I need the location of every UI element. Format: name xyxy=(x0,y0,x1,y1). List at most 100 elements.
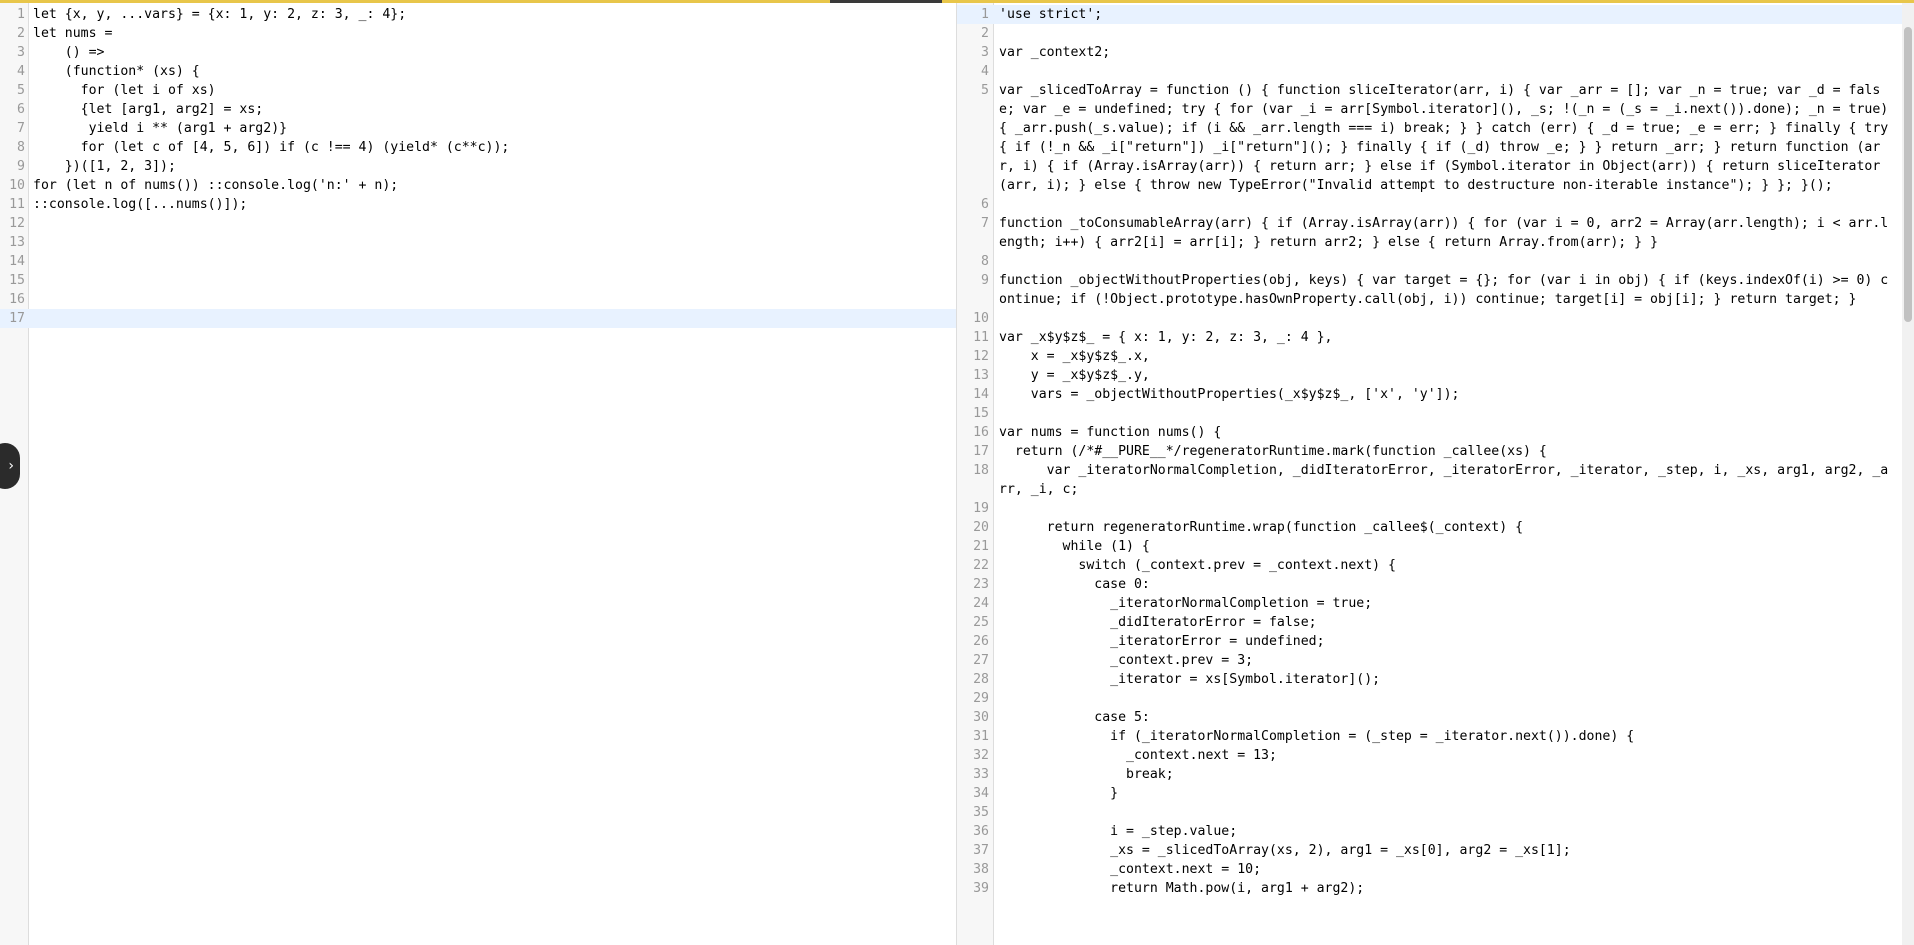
code-line[interactable]: 25 _didIteratorError = false; xyxy=(957,613,1914,632)
code-line-text[interactable]: var _iteratorNormalCompletion, _didItera… xyxy=(993,461,1914,499)
code-line-text[interactable]: _context.prev = 3; xyxy=(993,651,1914,670)
code-line-text[interactable]: if (_iteratorNormalCompletion = (_step =… xyxy=(993,727,1914,746)
code-line[interactable]: 31 if (_iteratorNormalCompletion = (_ste… xyxy=(957,727,1914,746)
code-line-text[interactable]: (function* (xs) { xyxy=(28,62,957,81)
code-line[interactable]: 6 xyxy=(957,195,1914,214)
code-line[interactable]: 24 _iteratorNormalCompletion = true; xyxy=(957,594,1914,613)
code-line-text[interactable] xyxy=(28,214,957,233)
code-line-text[interactable]: 'use strict'; xyxy=(993,5,1914,24)
code-line[interactable]: 11 var _x$y$z$_ = { x: 1, y: 2, z: 3, _: … xyxy=(957,328,1914,347)
code-line[interactable]: 17 xyxy=(0,309,957,328)
code-line-text[interactable]: x = _x$y$z$_.x, xyxy=(993,347,1914,366)
code-line[interactable]: 3 () => xyxy=(0,43,957,62)
code-line[interactable]: 17 return (/*#__PURE__*/regeneratorRunti… xyxy=(957,442,1914,461)
code-line-text[interactable]: vars = _objectWithoutProperties(_x$y$z$_… xyxy=(993,385,1914,404)
output-editor[interactable]: 1'use strict'; 2 3 var _context2; 4 5 var _sli… xyxy=(957,3,1914,945)
code-line[interactable]: 19 xyxy=(957,499,1914,518)
code-line-text[interactable] xyxy=(993,803,1914,822)
code-line[interactable]: 15 xyxy=(957,404,1914,423)
code-line[interactable]: 9 function _objectWithoutProperties(obj, … xyxy=(957,271,1914,309)
code-line[interactable]: 22 switch (_context.prev = _context.next… xyxy=(957,556,1914,575)
code-line[interactable]: 35 xyxy=(957,803,1914,822)
code-line[interactable]: 29 xyxy=(957,689,1914,708)
code-line[interactable]: 2 let nums = xyxy=(0,24,957,43)
code-line[interactable]: 7 yield i ** (arg1 + arg2)} xyxy=(0,119,957,138)
code-line-text[interactable]: _iteratorError = undefined; xyxy=(993,632,1914,651)
code-line[interactable]: 8 for (let c of [4, 5, 6]) if (c !== 4) … xyxy=(0,138,957,157)
code-line-text[interactable]: } xyxy=(993,784,1914,803)
output-scrollbar[interactable] xyxy=(1902,3,1914,945)
code-line-text[interactable]: case 0: xyxy=(993,575,1914,594)
source-editor[interactable]: 1 let {x, y, ...vars} = {x: 1, y: 2, z: 3… xyxy=(0,3,957,945)
code-line[interactable]: 33 break; xyxy=(957,765,1914,784)
code-line-text[interactable]: () => xyxy=(28,43,957,62)
code-line-text[interactable]: break; xyxy=(993,765,1914,784)
code-line[interactable]: 6 {let [arg1, arg2] = xs; xyxy=(0,100,957,119)
code-line[interactable]: 38 _context.next = 10; xyxy=(957,860,1914,879)
code-line[interactable]: 37 _xs = _slicedToArray(xs, 2), arg1 = _… xyxy=(957,841,1914,860)
code-line[interactable]: 10 for (let n of nums()) ::console.log('n… xyxy=(0,176,957,195)
code-line[interactable]: 3 var _context2; xyxy=(957,43,1914,62)
code-line[interactable]: 11::console.log([...nums()]); xyxy=(0,195,957,214)
code-line-text[interactable] xyxy=(993,252,1914,271)
code-line-text[interactable]: var _context2; xyxy=(993,43,1914,62)
code-line[interactable]: 16 var nums = function nums() { xyxy=(957,423,1914,442)
code-line-text[interactable]: for (let c of [4, 5, 6]) if (c !== 4) (y… xyxy=(28,138,957,157)
code-line[interactable]: 4 xyxy=(957,62,1914,81)
code-line-text[interactable]: y = _x$y$z$_.y, xyxy=(993,366,1914,385)
code-line-text[interactable]: case 5: xyxy=(993,708,1914,727)
code-line[interactable]: 14 vars = _objectWithoutProperties(_x$y$… xyxy=(957,385,1914,404)
code-line-text[interactable]: i = _step.value; xyxy=(993,822,1914,841)
code-line-text[interactable]: let {x, y, ...vars} = {x: 1, y: 2, z: 3,… xyxy=(28,5,957,24)
code-line-text[interactable] xyxy=(993,499,1914,518)
code-line-text[interactable]: function _objectWithoutProperties(obj, k… xyxy=(993,271,1914,309)
code-line[interactable]: 5 var _slicedToArray = function () { func… xyxy=(957,81,1914,195)
code-line-text[interactable]: while (1) { xyxy=(993,537,1914,556)
source-lines[interactable]: 1 let {x, y, ...vars} = {x: 1, y: 2, z: 3… xyxy=(0,5,957,328)
code-line-text[interactable] xyxy=(28,233,957,252)
code-line[interactable]: 12 x = _x$y$z$_.x, xyxy=(957,347,1914,366)
code-line-text[interactable]: switch (_context.prev = _context.next) { xyxy=(993,556,1914,575)
code-line[interactable]: 20 return regeneratorRuntime.wrap(functi… xyxy=(957,518,1914,537)
code-line-text[interactable]: for (let i of xs) xyxy=(28,81,957,100)
sidebar-toggle-button[interactable]: › xyxy=(0,443,20,489)
code-line-text[interactable] xyxy=(28,309,957,328)
code-line-text[interactable]: return (/*#__PURE__*/regeneratorRuntime.… xyxy=(993,442,1914,461)
code-line[interactable]: 1 'use strict'; xyxy=(957,5,1914,24)
code-line-text[interactable]: _xs = _slicedToArray(xs, 2), arg1 = _xs[… xyxy=(993,841,1914,860)
code-line-text[interactable] xyxy=(28,271,957,290)
code-line-text[interactable]: let nums = xyxy=(28,24,957,43)
code-line-text[interactable]: _iteratorNormalCompletion = true; xyxy=(993,594,1914,613)
code-line[interactable]: 12 xyxy=(0,214,957,233)
code-line[interactable]: 13 y = _x$y$z$_.y, xyxy=(957,366,1914,385)
code-line-text[interactable]: var _x$y$z$_ = { x: 1, y: 2, z: 3, _: 4 … xyxy=(993,328,1914,347)
code-line-text[interactable] xyxy=(993,309,1914,328)
code-line-text[interactable]: function _toConsumableArray(arr) { if (A… xyxy=(993,214,1914,252)
code-line[interactable]: 1 let {x, y, ...vars} = {x: 1, y: 2, z: 3… xyxy=(0,5,957,24)
code-line-text[interactable] xyxy=(993,62,1914,81)
code-line[interactable]: 23 case 0: xyxy=(957,575,1914,594)
code-line-text[interactable]: yield i ** (arg1 + arg2)} xyxy=(28,119,957,138)
code-line-text[interactable]: return Math.pow(i, arg1 + arg2); xyxy=(993,879,1914,898)
code-line[interactable]: 18 var _iteratorNormalCompletion, _didIt… xyxy=(957,461,1914,499)
code-line-text[interactable] xyxy=(993,195,1914,214)
code-line[interactable]: 13 xyxy=(0,233,957,252)
code-line[interactable]: 10 xyxy=(957,309,1914,328)
code-line[interactable]: 2 xyxy=(957,24,1914,43)
code-line-text[interactable]: ::console.log([...nums()]); xyxy=(28,195,957,214)
code-line[interactable]: 9 })([1, 2, 3]); xyxy=(0,157,957,176)
code-line-text[interactable]: _context.next = 10; xyxy=(993,860,1914,879)
code-line[interactable]: 21 while (1) { xyxy=(957,537,1914,556)
code-line[interactable]: 32 _context.next = 13; xyxy=(957,746,1914,765)
code-line[interactable]: 27 _context.prev = 3; xyxy=(957,651,1914,670)
code-line-text[interactable] xyxy=(28,290,957,309)
code-line-text[interactable]: })([1, 2, 3]); xyxy=(28,157,957,176)
code-line[interactable]: 7 function _toConsumableArray(arr) { if (… xyxy=(957,214,1914,252)
code-line-text[interactable]: _iterator = xs[Symbol.iterator](); xyxy=(993,670,1914,689)
code-line[interactable]: 30 case 5: xyxy=(957,708,1914,727)
code-line[interactable]: 34 } xyxy=(957,784,1914,803)
code-line[interactable]: 28 _iterator = xs[Symbol.iterator](); xyxy=(957,670,1914,689)
code-line-text[interactable] xyxy=(993,404,1914,423)
code-line-text[interactable] xyxy=(993,24,1914,43)
code-line[interactable]: 16 xyxy=(0,290,957,309)
